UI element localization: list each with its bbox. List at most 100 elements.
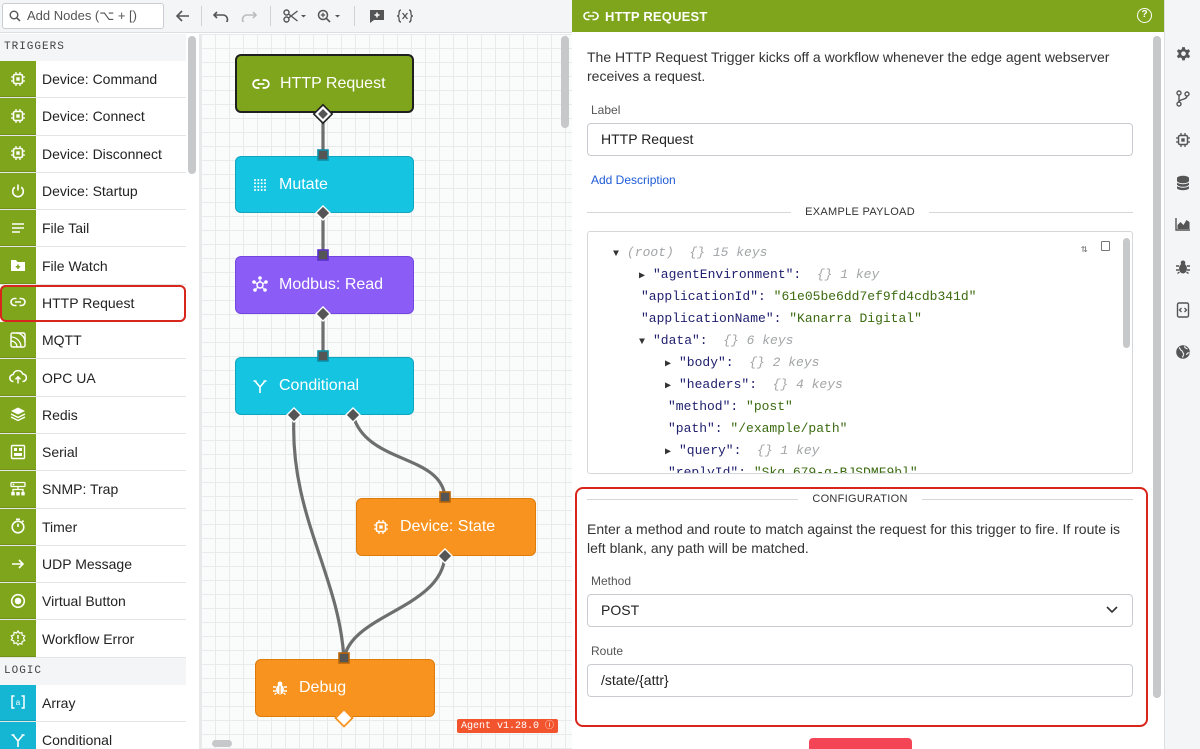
rail-data[interactable] (1173, 214, 1193, 234)
palette-item-label: OPC UA (42, 369, 96, 386)
palette-item-opc-ua[interactable]: OPC UA (0, 359, 186, 397)
expand-arrow-icon[interactable]: ▼ (639, 334, 653, 352)
undo-button[interactable] (210, 5, 232, 27)
redo-button[interactable] (238, 5, 260, 27)
canvas-horizontal-scrollbar[interactable] (212, 740, 232, 747)
palette-item-device-disconnect[interactable]: Device: Disconnect (0, 135, 186, 173)
agent-version-text: Agent v1.28.0 (461, 721, 540, 732)
zoom-menu-button[interactable] (316, 5, 344, 27)
zoom-icon (317, 9, 340, 23)
json-row-root: ▼ (root) {} 15 keys (613, 244, 767, 262)
output-port (334, 708, 354, 728)
chip-icon (1176, 133, 1190, 147)
canvas-vertical-scrollbar[interactable] (561, 36, 569, 128)
palette-item-workflow-error[interactable]: Workflow Error (0, 620, 186, 658)
rail-storage[interactable] (1173, 173, 1193, 193)
label-input[interactable]: HTTP Request (587, 123, 1133, 156)
node-palette: TRIGGERS Device: Command Device: Connect… (0, 34, 186, 749)
delete-node-button[interactable] (809, 738, 912, 749)
chart-icon (1175, 218, 1190, 231)
json-row-body: ▶ "body": {} 2 keys (665, 354, 819, 372)
radio-button-icon (10, 593, 26, 608)
rail-settings[interactable] (1173, 44, 1193, 64)
rail-debug[interactable] (1173, 257, 1193, 277)
port-layer (285, 103, 454, 728)
help-icon[interactable]: ? (1137, 8, 1152, 23)
palette-item-redis[interactable]: Redis (0, 396, 186, 434)
branch-icon (1176, 89, 1190, 107)
section-header-triggers: TRIGGERS (0, 34, 186, 61)
palette-item-label: Conditional (42, 732, 113, 749)
input-port (317, 350, 329, 362)
palette-item-label: File Tail (42, 220, 90, 237)
palette-item-http-request[interactable]: HTTP Request (0, 284, 186, 323)
output-port (314, 305, 332, 323)
palette-item-conditional[interactable]: Conditional (0, 722, 186, 749)
expand-arrow-icon[interactable]: ▶ (665, 356, 679, 374)
example-payload-viewer[interactable]: ⇅ ▼ (root) {} 15 keys ▶ "agentEnvironment"… (587, 231, 1133, 474)
collapse-all-icon[interactable]: ⇅ (1081, 242, 1088, 256)
rail-globals[interactable] (1173, 342, 1193, 362)
palette-item-label: Array (42, 694, 76, 711)
method-select[interactable]: POST (587, 594, 1133, 627)
expand-arrow-icon[interactable]: ▶ (639, 268, 653, 286)
folder-plus-icon (11, 260, 25, 272)
palette-item-device-connect[interactable]: Device: Connect (0, 98, 186, 136)
output-port (285, 406, 303, 424)
palette-item-device-startup[interactable]: Device: Startup (0, 172, 186, 211)
json-row-data: ▼ "data": {} 6 keys (639, 332, 793, 350)
palette-item-udp-message[interactable]: UDP Message (0, 545, 186, 584)
palette-item-label: Device: Startup (42, 183, 138, 200)
svg-text:a: a (16, 698, 21, 707)
variables-button[interactable] (394, 5, 416, 27)
output-port (344, 406, 362, 424)
back-arrow-icon (176, 10, 189, 22)
palette-scrollbar[interactable] (188, 36, 196, 174)
palette-item-device-command[interactable]: Device: Command (0, 61, 186, 99)
palette-item-timer[interactable]: Timer (0, 508, 186, 546)
expand-arrow-icon[interactable]: ▶ (665, 444, 679, 462)
expand-arrow-icon[interactable]: ▶ (665, 378, 679, 396)
power-icon (11, 184, 25, 198)
route-caption: Route (591, 644, 624, 658)
cloud-upload-icon (9, 369, 27, 384)
rail-versions[interactable] (1173, 88, 1193, 108)
link-icon (10, 298, 26, 307)
palette-item-serial[interactable]: Serial (0, 433, 186, 472)
input-port (439, 491, 451, 503)
palette-item-virtual-button[interactable]: Virtual Button (0, 583, 186, 621)
payload-scrollbar[interactable] (1123, 238, 1130, 348)
palette-item-label: Virtual Button (42, 593, 126, 610)
variables-icon (396, 9, 414, 23)
palette-item-label: Timer (42, 518, 78, 535)
panel-scrollbar[interactable] (1153, 36, 1161, 698)
database-icon (1176, 175, 1190, 191)
palette-item-mqtt[interactable]: MQTT (0, 322, 186, 360)
redo-icon (241, 11, 257, 22)
back-button[interactable] (172, 5, 194, 27)
palette-item-snmp-trap[interactable]: SNMP: Trap (0, 471, 186, 509)
chip-icon (11, 71, 25, 86)
add-nodes-search[interactable]: Add Nodes (⌥ + [) (2, 3, 164, 29)
error-gear-icon (10, 630, 26, 647)
palette-item-file-tail[interactable]: File Tail (0, 210, 186, 248)
palette-item-file-watch[interactable]: File Watch (0, 247, 186, 285)
expand-arrow-icon[interactable]: ▼ (613, 246, 627, 264)
workflow-canvas[interactable]: HTTP Request Mutate Modbus: Read Conditi… (201, 34, 572, 749)
configuration-title: CONFIGURATION (812, 493, 908, 505)
add-description-link[interactable]: Add Description (591, 173, 676, 187)
palette-item-array[interactable]: a Array (0, 684, 186, 723)
example-payload-title: EXAMPLE PAYLOAD (805, 206, 915, 218)
add-comment-button[interactable] (366, 5, 388, 27)
rail-code[interactable] (1173, 300, 1193, 320)
copy-icon[interactable] (1101, 241, 1110, 251)
lines-icon (12, 223, 24, 233)
route-input[interactable]: /state/{attr} (587, 664, 1133, 697)
chip-icon (11, 108, 25, 123)
toolbar-separator (354, 6, 355, 26)
palette-item-label: UDP Message (42, 556, 133, 572)
palette-item-label: File Watch (42, 257, 108, 274)
json-row-agentenvironment: ▶ "agentEnvironment": {} 1 key (639, 266, 879, 284)
rail-device[interactable] (1173, 130, 1193, 150)
cut-menu-button[interactable] (281, 5, 309, 27)
